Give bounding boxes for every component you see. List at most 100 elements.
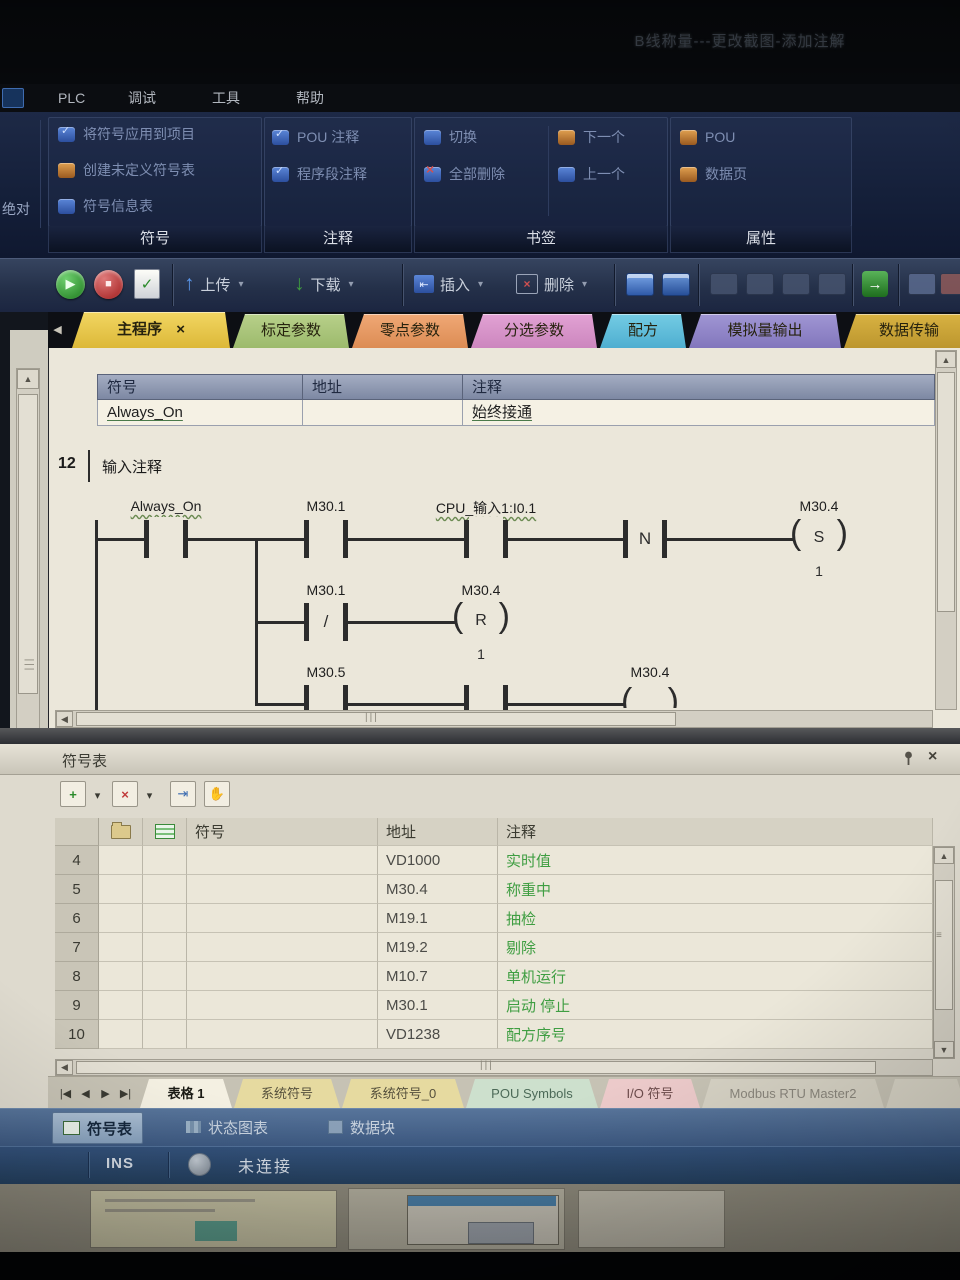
var-table-cell-comment[interactable]: 始终接通 (462, 400, 935, 426)
sheet-nav-prev[interactable]: ◀ (76, 1082, 95, 1104)
ribbon-bookmark-delete-all[interactable]: 全部删除 (424, 163, 505, 185)
set-coil[interactable]: (S) (790, 518, 848, 562)
tabstrip-back-arrow[interactable]: ◀ (48, 318, 67, 340)
sheet-nav-last[interactable]: ▶| (116, 1082, 135, 1104)
contact-always-on[interactable] (144, 517, 188, 561)
sheet-nav-next[interactable]: ▶ (96, 1082, 115, 1104)
go-button[interactable]: → (862, 268, 888, 300)
delete-button[interactable]: × 删除 ▾ (516, 268, 587, 300)
sheet-tab-clipped[interactable] (886, 1079, 960, 1108)
sheet-tab-table1[interactable]: 表格 1 (140, 1079, 232, 1108)
window-cascade-button[interactable] (662, 268, 690, 300)
pin-icon[interactable] (901, 750, 916, 770)
sheet-tab-modbus[interactable]: Modbus RTU Master2 (702, 1079, 884, 1108)
new-symbol-caret[interactable]: ▾ (88, 784, 107, 806)
ribbon-pou-comment[interactable]: POU 注释 (272, 126, 359, 148)
toolbar-dim-button-3[interactable] (782, 268, 810, 300)
insert-row-button[interactable]: ⇥ (170, 781, 196, 807)
ribbon-data-page[interactable]: 数据页 (680, 163, 747, 185)
upload-dropdown-caret[interactable]: ▾ (239, 279, 244, 290)
sheet-nav-first[interactable]: |◀ (56, 1082, 75, 1104)
stop-button[interactable]: ■ (94, 268, 123, 300)
compile-button[interactable]: ✓ (134, 268, 160, 300)
table-row[interactable]: 10 VD1238 配方序号 (55, 1020, 933, 1049)
tab-calibration-params[interactable]: 标定参数 (233, 314, 349, 348)
contact-m30-5[interactable] (304, 682, 348, 710)
contact-cpu-input[interactable] (464, 517, 508, 561)
nc-contact-m30-1[interactable]: / (304, 600, 348, 644)
tab-main-program[interactable]: 主程序 × (72, 312, 230, 348)
menu-plc[interactable]: PLC (52, 86, 91, 110)
ribbon-network-comment[interactable]: 程序段注释 (272, 163, 367, 185)
tab-zero-params[interactable]: 零点参数 (352, 314, 468, 348)
sheet-tab-system-symbols-0[interactable]: 系统符号_0 (342, 1079, 464, 1108)
col-header-comment[interactable]: 注释 (498, 818, 933, 846)
app-window-icon[interactable] (2, 88, 24, 108)
toolbar-edge-button-2[interactable] (940, 268, 960, 300)
ribbon-bookmark-next[interactable]: 下一个 (558, 126, 625, 148)
tab-close-icon[interactable]: × (176, 321, 185, 338)
tab-analog-output[interactable]: 模拟量输出 (689, 314, 841, 348)
ribbon-item-absolute[interactable]: 绝对 (2, 198, 30, 220)
table-row[interactable]: 5 M30.4 称重中 (55, 875, 933, 904)
tree-scroll-up-button[interactable]: ▲ (17, 369, 39, 389)
col-header-symbol[interactable]: 符号 (187, 818, 378, 846)
var-table-cell-symbol[interactable]: Always_On (97, 400, 302, 426)
ribbon-apply-symbols[interactable]: 将符号应用到项目 (58, 123, 195, 145)
ribbon-bookmark-toggle[interactable]: 切换 (424, 126, 477, 148)
tab-recipe[interactable]: 配方 (600, 314, 686, 348)
tab-data-transfer[interactable]: 数据传输 (844, 314, 960, 348)
vscroll-thumb[interactable] (937, 372, 955, 612)
panel-splitter[interactable] (0, 728, 960, 744)
delete-symbol-caret[interactable]: ▾ (140, 784, 159, 806)
var-table-cell-address[interactable] (302, 400, 462, 426)
table-vscroll-up[interactable]: ▲ (934, 847, 954, 864)
contact-m30-1[interactable] (304, 517, 348, 561)
ribbon-pou-properties[interactable]: POU (680, 126, 735, 148)
download-dropdown-caret[interactable]: ▾ (349, 279, 354, 290)
dock-tab-data-block[interactable]: 数据块 (318, 1112, 405, 1142)
tree-scroll-thumb[interactable] (18, 394, 38, 694)
table-row[interactable]: 4 VD1000 实时值 (55, 846, 933, 875)
col-header-address[interactable]: 地址 (378, 818, 498, 846)
run-button[interactable]: ▶ (56, 268, 85, 300)
sheet-tab-pou-symbols[interactable]: POU Symbols (466, 1079, 598, 1108)
menu-debug[interactable]: 调试 (122, 86, 162, 110)
hscroll-left-button[interactable]: ◀ (56, 711, 73, 727)
ribbon-bookmark-prev[interactable]: 上一个 (558, 163, 625, 185)
contact-unlabeled[interactable] (464, 682, 508, 710)
delete-dropdown-caret[interactable]: ▾ (582, 279, 587, 290)
sheet-tab-system-symbols[interactable]: 系统符号 (234, 1079, 340, 1108)
table-row[interactable]: 6 M19.1 抽检 (55, 904, 933, 933)
select-all-button[interactable]: ✋ (204, 781, 230, 807)
menu-tools[interactable]: 工具 (206, 86, 246, 110)
dock-tab-status-chart[interactable]: 状态图表 (176, 1112, 278, 1142)
window-split-button[interactable] (626, 268, 654, 300)
table-hscroll-left[interactable]: ◀ (56, 1060, 73, 1075)
tab-sorting-params[interactable]: 分选参数 (471, 314, 597, 348)
sheet-tab-io-symbols[interactable]: I/O 符号 (600, 1079, 700, 1108)
toolbar-dim-button-2[interactable] (746, 268, 774, 300)
toolbar-edge-button-1[interactable] (908, 268, 936, 300)
network-comment[interactable]: 输入注释 (102, 456, 162, 477)
menu-help[interactable]: 帮助 (290, 86, 330, 110)
upload-button[interactable]: ↑ 上传 ▾ (184, 268, 244, 300)
toolbar-dim-button-1[interactable] (710, 268, 738, 300)
download-button[interactable]: ↓ 下载 ▾ (294, 268, 354, 300)
delete-symbol-button[interactable]: × (112, 781, 138, 807)
table-vscroll-down[interactable]: ▼ (934, 1041, 954, 1058)
ribbon-symbol-info-table[interactable]: 符号信息表 (58, 195, 153, 217)
table-vscroll-thumb[interactable] (935, 880, 953, 1010)
reset-coil[interactable]: (R) (452, 601, 510, 645)
negative-edge-contact[interactable]: N (623, 517, 667, 561)
new-symbol-button[interactable]: + (60, 781, 86, 807)
table-row[interactable]: 9 M30.1 启动 停止 (55, 991, 933, 1020)
dock-tab-symbol-table[interactable]: 符号表 (52, 1112, 143, 1144)
table-row[interactable]: 7 M19.2 剔除 (55, 933, 933, 962)
coil-partial[interactable]: () (621, 686, 679, 708)
insert-button[interactable]: ⇤ 插入 ▾ (414, 268, 483, 300)
table-hscroll-thumb[interactable] (76, 1061, 876, 1074)
vscroll-up-button[interactable]: ▲ (936, 351, 956, 368)
ribbon-create-undefined-symbol-table[interactable]: 创建未定义符号表 (58, 159, 195, 181)
close-icon[interactable]: × (928, 748, 937, 766)
